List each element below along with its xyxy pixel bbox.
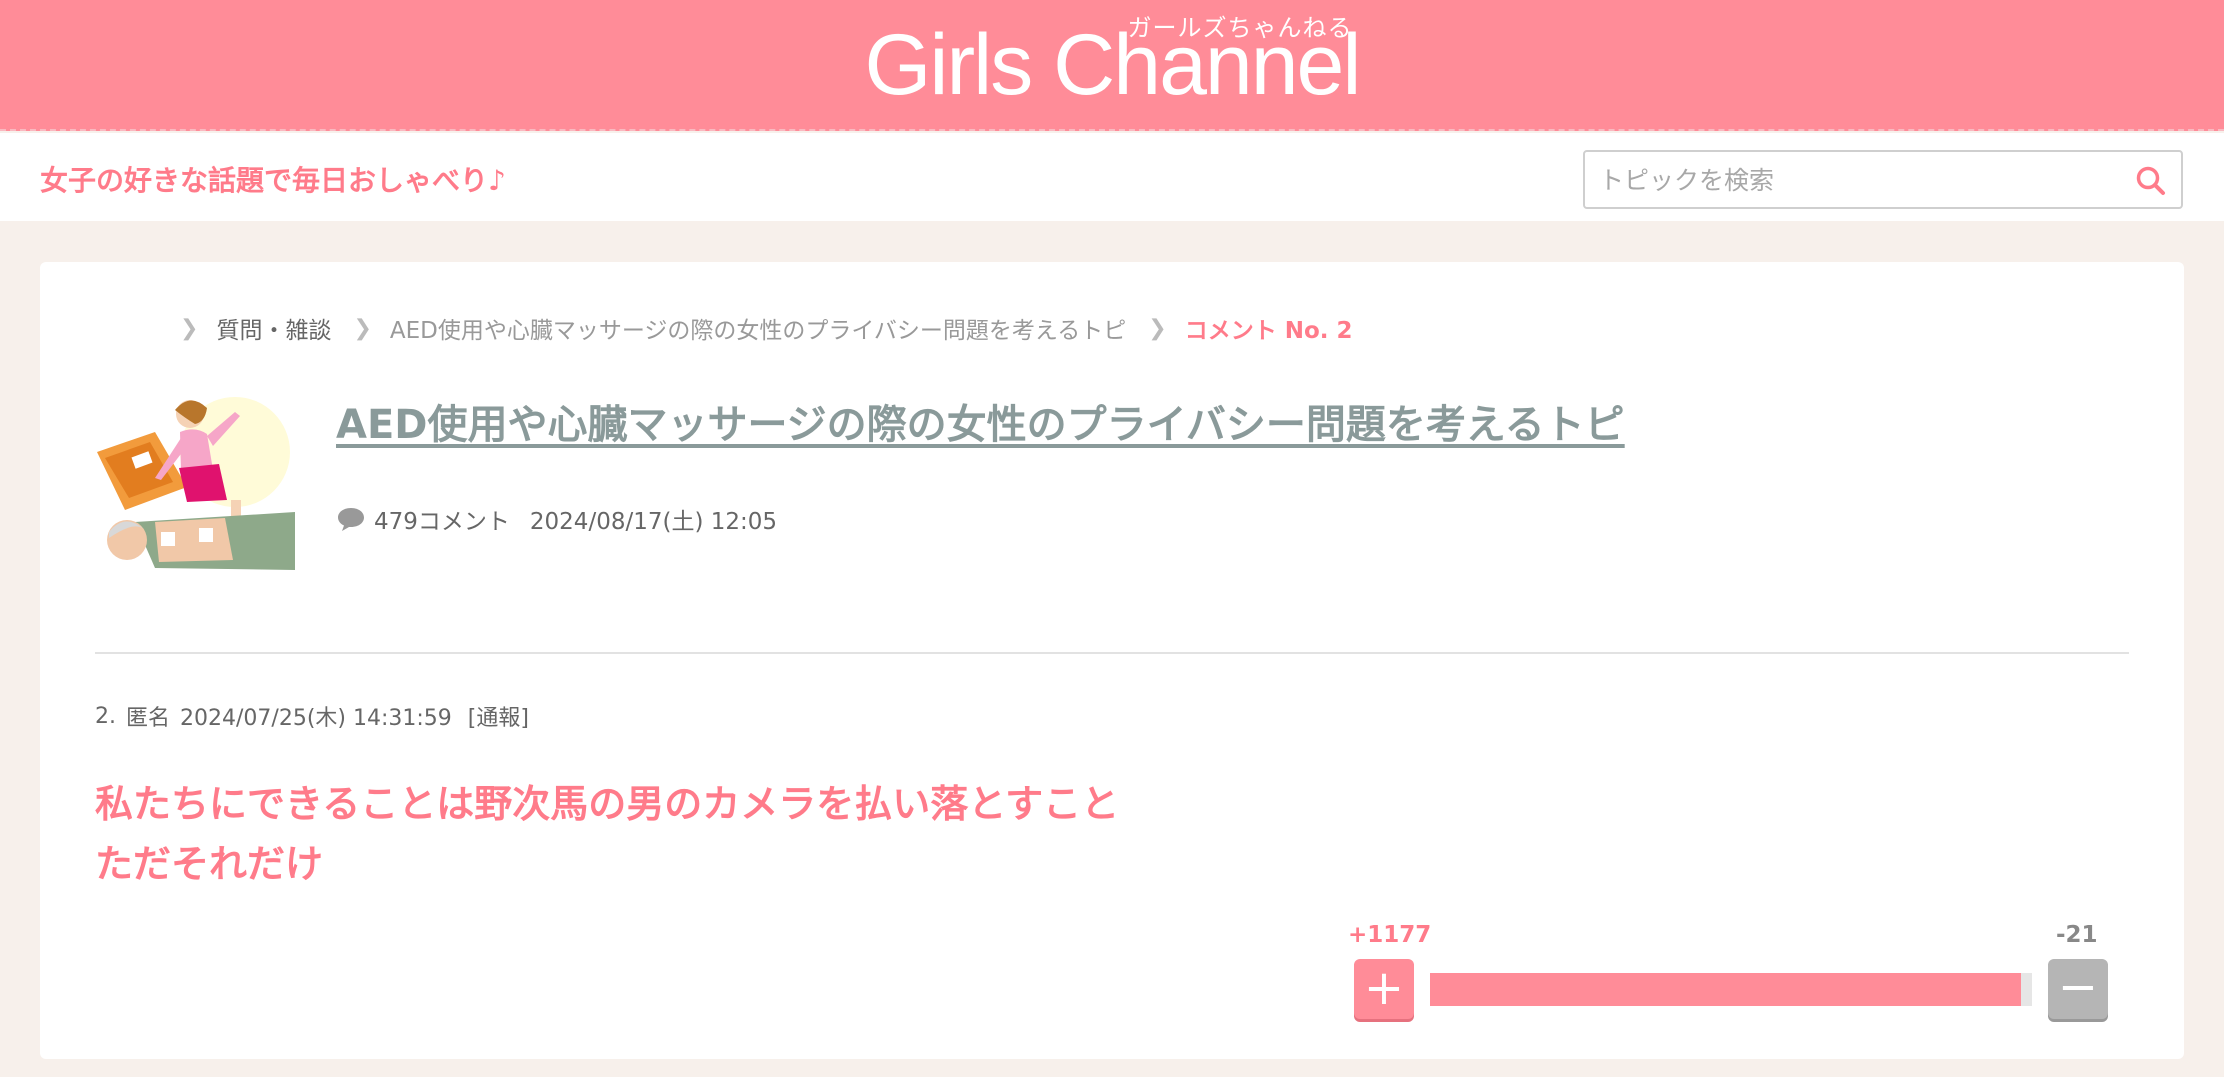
breadcrumb: ❯ 質問・雑談 ❯ AED使用や心臓マッサージの際の女性のプライバシー問題を考え…	[140, 310, 1353, 346]
post-author: 匿名	[126, 706, 171, 731]
topic-title-link[interactable]: AED使用や心臓マッサージの際の女性のプライバシー問題を考えるトピ	[336, 392, 1625, 450]
site-logo[interactable]: Girls Channel	[850, 20, 1374, 110]
search-icon[interactable]	[2135, 165, 2167, 197]
vote-ratio-fill	[1430, 973, 2022, 1006]
topic-comment-count: 479コメント	[374, 509, 510, 535]
site-header: ガールズちゃんねる Girls Channel	[0, 0, 2224, 131]
chevron-right-icon: ❯	[1148, 315, 1167, 341]
plus-vote-button[interactable]: +	[1354, 959, 1414, 1019]
search-box	[1583, 150, 2183, 209]
chevron-right-icon: ❯	[353, 315, 372, 341]
post-body-line: 私たちにできることは野次馬の男のカメラを払い落とすこと	[95, 782, 1120, 826]
topic-meta: 479コメント 2024/08/17(土) 12:05	[336, 502, 777, 536]
breadcrumb-current: コメント No. 2	[1184, 318, 1353, 344]
report-link[interactable]: [通報]	[468, 700, 529, 732]
breadcrumb-topic[interactable]: AED使用や心臓マッサージの際の女性のプライバシー問題を考えるトピ	[390, 311, 1126, 345]
post-body-line: ただそれだけ	[95, 842, 324, 886]
post-datetime: 2024/07/25(木) 14:31:59	[180, 706, 452, 731]
topic-thumbnail[interactable]	[95, 392, 295, 592]
breadcrumb-category[interactable]: 質問・雑談	[216, 311, 331, 345]
speech-bubble-icon	[338, 508, 364, 531]
minus-vote-count: -21	[2056, 922, 2098, 948]
post-number: 2.	[95, 703, 116, 729]
site-tagline: 女子の好きな話題で毎日おしゃべり♪	[40, 164, 506, 197]
chevron-right-icon: ❯	[180, 315, 199, 341]
search-input[interactable]	[1599, 162, 2119, 198]
subheader: 女子の好きな話題で毎日おしゃべり♪	[0, 133, 2224, 221]
plus-vote-count: +1177	[1348, 922, 1432, 948]
topic-datetime: 2024/08/17(土) 12:05	[529, 509, 778, 535]
vote-ratio-bar	[1430, 973, 2032, 1006]
comment-card: ❯ 質問・雑談 ❯ AED使用や心臓マッサージの際の女性のプライバシー問題を考え…	[40, 262, 2184, 1059]
minus-vote-button[interactable]: −	[2048, 959, 2108, 1019]
post-meta: 2. 匿名 2024/07/25(木) 14:31:59 [通報]	[95, 700, 529, 732]
post-body: 私たちにできることは野次馬の男のカメラを払い落とすこと ただそれだけ	[95, 774, 1119, 894]
divider	[95, 652, 2129, 654]
